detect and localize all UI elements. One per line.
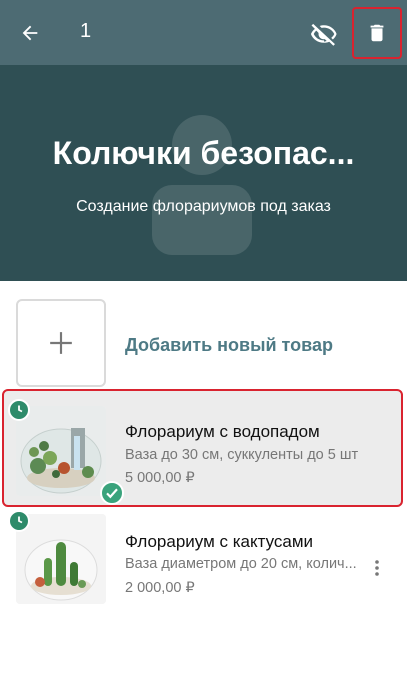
arrow-left-icon: [22, 25, 38, 41]
product-thumbnail: [16, 406, 106, 496]
clock-badge-icon: [8, 399, 30, 421]
check-badge-icon: [100, 481, 124, 505]
florarium-waterfall-image: [16, 406, 106, 496]
product-description: Ваза диаметром до 20 см, колич...: [125, 556, 357, 572]
shop-title: Колючки безопас...: [52, 135, 355, 171]
product-thumbnail: [16, 514, 106, 604]
more-vert-icon: [375, 560, 379, 576]
trash-icon: [370, 24, 384, 42]
shop-banner: Колючки безопас... Создание флорариумов …: [0, 65, 407, 281]
product-title: Флорариум с водопадом: [125, 422, 320, 441]
plus-icon: [50, 332, 72, 354]
product-price: 2 000,00 ₽: [125, 580, 195, 596]
hide-button[interactable]: [306, 17, 342, 51]
add-product-label[interactable]: Добавить новый товар: [125, 335, 333, 356]
product-item[interactable]: Флорариум с водопадом Ваза до 30 см, сук…: [0, 389, 407, 507]
back-button[interactable]: [14, 17, 46, 49]
product-item[interactable]: Флорариум с кактусами Ваза диаметром до …: [0, 508, 407, 624]
shop-subtitle: Создание флорариумов под заказ: [76, 198, 331, 215]
product-description: Ваза до 30 см, суккуленты до 5 шт: [125, 447, 359, 463]
add-product-row[interactable]: Добавить новый товар: [0, 297, 407, 389]
clock-badge-icon: [8, 510, 30, 532]
action-toolbar: 1: [0, 0, 407, 65]
more-options-button[interactable]: [370, 558, 384, 578]
delete-button[interactable]: [352, 7, 402, 59]
product-title: Флорариум с кактусами: [125, 532, 314, 551]
product-price: 5 000,00 ₽: [125, 470, 195, 486]
add-product-box[interactable]: [16, 299, 106, 387]
shop-watermark-icon: [152, 115, 252, 255]
selected-count: 1: [80, 20, 92, 42]
florarium-cactus-image: [16, 514, 106, 604]
eye-off-icon: [310, 23, 337, 46]
